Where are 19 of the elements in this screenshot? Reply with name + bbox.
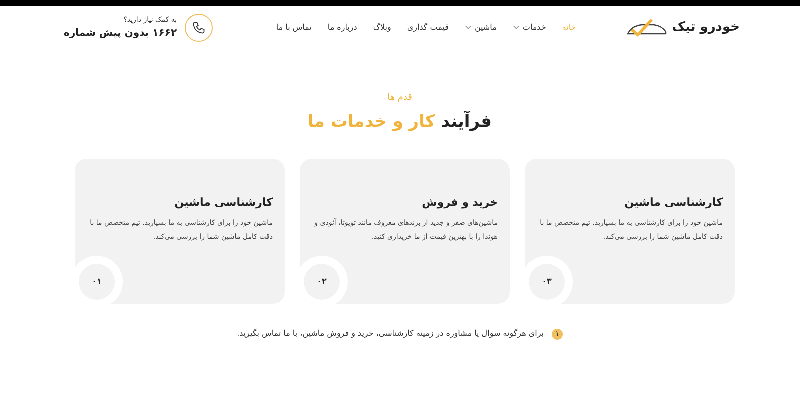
logo-text: خودرو تیک (672, 19, 740, 38)
nav-link-item[interactable]: درباره ما (328, 22, 358, 34)
section-title: فرآیند کار و خدمات ما (308, 112, 492, 132)
contact-note: برای هرگونه سوال یا مشاوره در زمینه کارشناسی، خرید و فروش ماشین، با ما تماس بگیرید. (237, 328, 544, 340)
section-eyebrow: قدم ها (386, 92, 414, 105)
nav-link-item[interactable]: تماس با ما (276, 22, 312, 34)
nav-link-item[interactable]: خدمات (512, 22, 546, 34)
card-title: خرید و فروش (421, 195, 498, 211)
phone-icon[interactable] (185, 14, 214, 42)
logo-car-icon (624, 18, 668, 38)
nav-link-item[interactable]: وبلاگ (373, 22, 392, 34)
step-number: ۰۱ (79, 264, 115, 300)
card-title: کارشناسی ماشین (624, 195, 723, 211)
nav-link-item[interactable]: ماشین (464, 22, 497, 34)
step-number: ۰۳ (529, 264, 565, 300)
phone-number[interactable]: ۱۶۶۲ بدون پیش شماره (64, 26, 178, 41)
nav-link-item[interactable]: قیمت گذاری (407, 22, 449, 34)
step-number: ۰۲ (304, 264, 340, 300)
card-title: کارشناسی ماشین (174, 195, 273, 211)
